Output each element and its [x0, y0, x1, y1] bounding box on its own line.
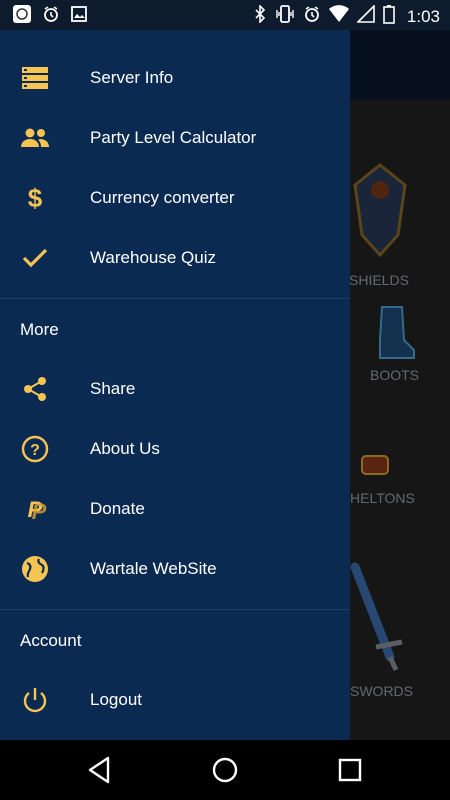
- vibrate-icon: [275, 5, 295, 28]
- section-title-more: More: [20, 320, 59, 339]
- share-icon: [20, 374, 50, 404]
- system-nav-bar: [0, 740, 450, 800]
- check-icon: [20, 243, 50, 273]
- image-icon: [70, 5, 88, 28]
- signal-icon: [355, 4, 375, 28]
- menu-label: About Us: [90, 439, 160, 458]
- app-icon: [12, 4, 32, 29]
- back-button[interactable]: [86, 754, 118, 786]
- menu-label: Party Level Calculator: [90, 128, 257, 147]
- menu-item-logout[interactable]: Logout: [0, 670, 350, 730]
- people-icon: [20, 123, 50, 153]
- menu-item-share[interactable]: Share: [0, 359, 350, 419]
- menu-item-party-level-calculator[interactable]: Party Level Calculator: [0, 108, 350, 168]
- menu-item-about-us[interactable]: ? About Us: [0, 419, 350, 479]
- menu-label: Donate: [90, 499, 145, 518]
- alarm-icon: [42, 5, 60, 28]
- help-icon: ?: [20, 434, 50, 464]
- menu-item-wartale-website[interactable]: Wartale WebSite: [0, 539, 350, 599]
- home-button[interactable]: [210, 754, 242, 786]
- menu-item-donate[interactable]: PP Donate: [0, 479, 350, 539]
- menu-label: Currency converter: [90, 188, 235, 207]
- paypal-icon: PP: [20, 494, 50, 524]
- status-bar: 1:03: [0, 0, 450, 30]
- recents-button[interactable]: [336, 754, 368, 786]
- wifi-icon: [328, 5, 349, 28]
- dollar-icon: $: [20, 183, 50, 213]
- navigation-drawer: Server Info Party Level Calculator $ Cur…: [0, 30, 350, 740]
- divider: [0, 609, 350, 610]
- menu-label: Warehouse Quiz: [90, 248, 216, 267]
- menu-item-server-info[interactable]: Server Info: [0, 48, 350, 108]
- svg-text:?: ?: [30, 442, 40, 459]
- globe-icon: [20, 554, 50, 584]
- menu-label: Logout: [90, 690, 142, 709]
- menu-label: Wartale WebSite: [90, 559, 217, 578]
- clock: 1:03: [406, 6, 440, 26]
- svg-text:P: P: [32, 499, 47, 522]
- svg-text:$: $: [28, 184, 43, 212]
- menu-label: Server Info: [90, 68, 174, 87]
- bluetooth-icon: [253, 4, 267, 28]
- menu-item-currency-converter[interactable]: $ Currency converter: [0, 168, 350, 228]
- divider: [0, 298, 350, 299]
- server-icon: [20, 63, 50, 93]
- section-title-account: Account: [20, 631, 82, 650]
- battery-icon: [383, 4, 395, 29]
- alarm-icon: [303, 5, 321, 28]
- power-icon: [20, 685, 50, 715]
- menu-item-warehouse-quiz[interactable]: Warehouse Quiz: [0, 228, 350, 288]
- menu-label: Share: [90, 379, 136, 398]
